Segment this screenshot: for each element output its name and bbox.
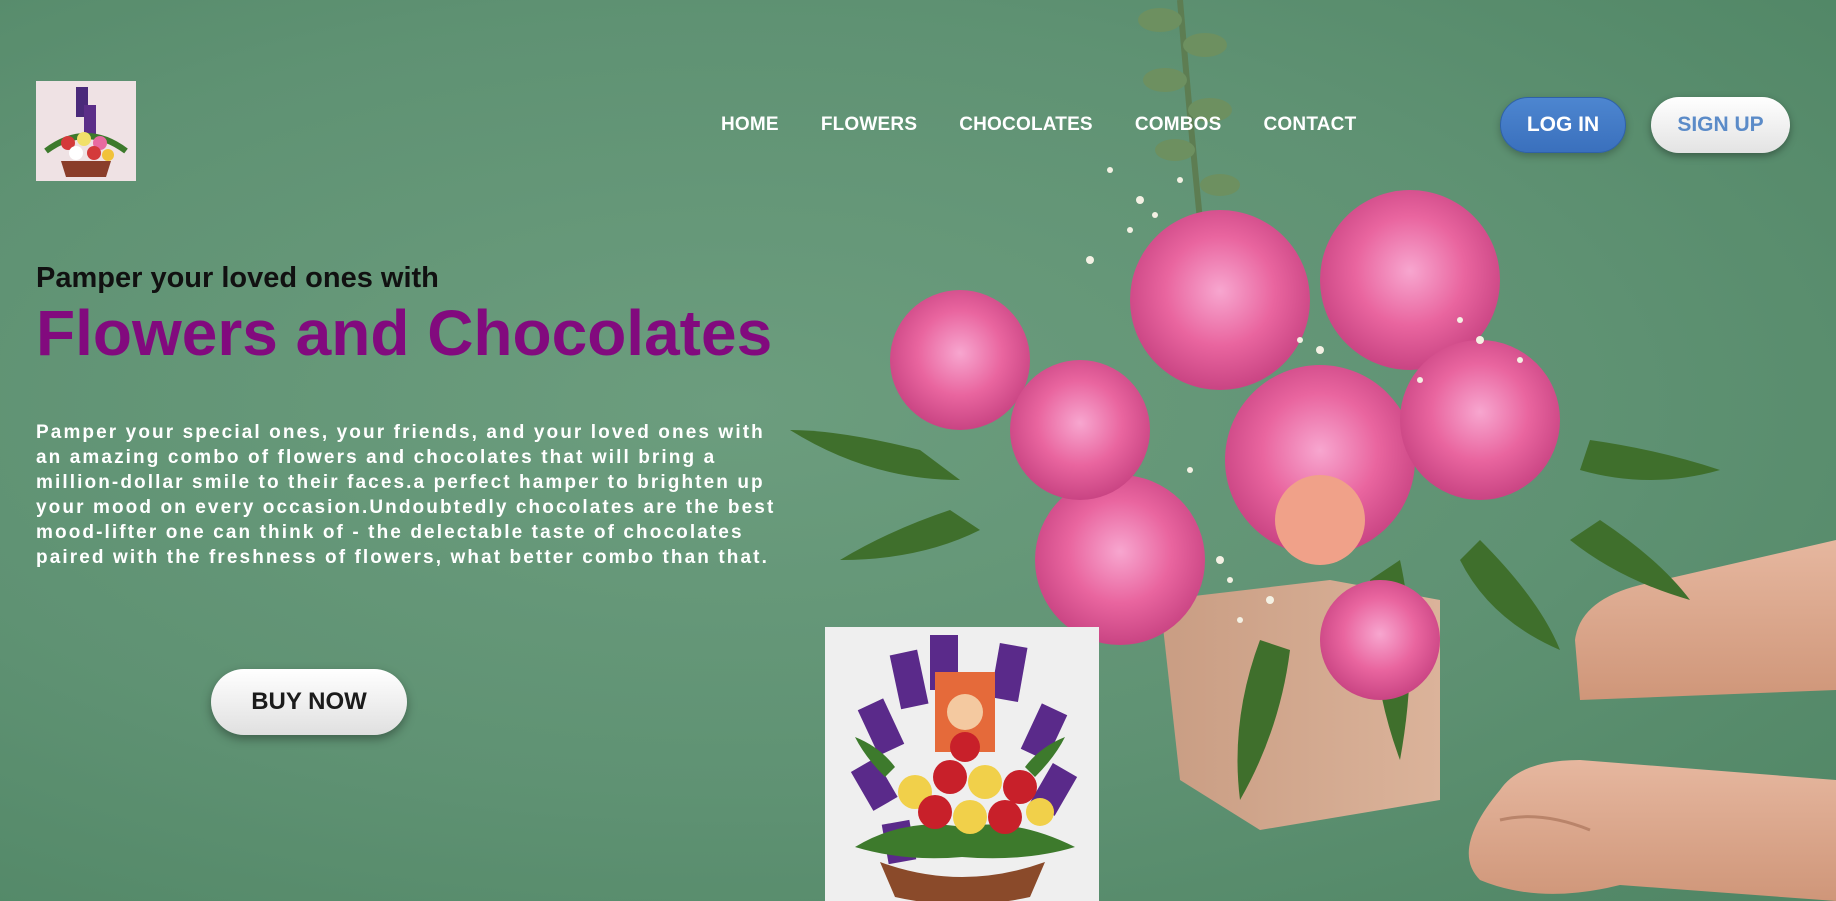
hero-subheading: Pamper your loved ones with <box>36 262 439 294</box>
hero-heading: Flowers and Chocolates <box>36 297 773 369</box>
nav-chocolates-link[interactable]: CHOCOLATES <box>959 112 1093 138</box>
nav-home-link[interactable]: HOME <box>721 112 779 138</box>
flower-basket-logo-icon <box>36 81 136 181</box>
main-nav: HOME FLOWERS CHOCOLATES COMBOS CONTACT <box>700 112 1377 138</box>
site-logo[interactable] <box>36 81 136 181</box>
hero-description: Pamper your special ones, your friends, … <box>36 422 776 568</box>
buy-now-button[interactable]: BUY NOW <box>211 669 407 735</box>
chocolate-rose-basket-image <box>825 627 1099 901</box>
nav-combos-link[interactable]: COMBOS <box>1135 112 1222 138</box>
nav-flowers-link[interactable]: FLOWERS <box>821 112 917 138</box>
login-button[interactable]: LOG IN <box>1500 97 1626 153</box>
nav-contact-link[interactable]: CONTACT <box>1264 112 1357 138</box>
landing-page: HOME FLOWERS CHOCOLATES COMBOS CONTACT L… <box>0 0 1836 901</box>
signup-button[interactable]: SIGN UP <box>1651 97 1790 153</box>
